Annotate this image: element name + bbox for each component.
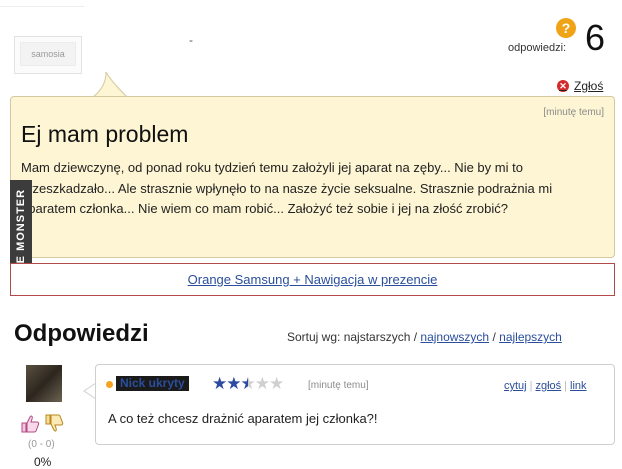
question-card: [minutę temu] Ej mam problem Mam dziewcz… [10, 96, 615, 258]
permalink-link[interactable]: link [570, 380, 587, 392]
answer-author-name[interactable]: Nick ukryty [116, 376, 189, 391]
vote-counts: (0 - 0) [28, 439, 55, 450]
report-answer-link[interactable]: zgłoś [535, 380, 561, 392]
asker-avatar-image: samosia [20, 42, 76, 66]
author-rating: ★★★★★ [212, 374, 284, 393]
thumbs-up-icon[interactable] [20, 414, 40, 434]
rating-star-icon: ★ [226, 374, 241, 393]
ad-box: Orange Samsung + Nawigacja w prezencie [10, 263, 615, 296]
online-status-icon [106, 381, 113, 388]
rating-star-icon: ★ [240, 374, 256, 393]
question-body: Mam dziewczynę, od ponad roku tydzień te… [21, 160, 553, 216]
answer-text: A co też chcesz drażnić aparatem jej czł… [108, 411, 378, 426]
thumbs-down-icon[interactable] [44, 413, 64, 433]
quote-link[interactable]: cytuj [504, 380, 527, 392]
answer-author-avatar[interactable] [26, 365, 62, 402]
answers-count-label: odpowiedzi: [508, 42, 567, 54]
sort-best-link[interactable]: najlepszych [499, 330, 562, 344]
answer-actions: cytuj | zgłoś | link [504, 380, 587, 392]
answer-card: Nick ukryty ★★★★★ [minutę temu] cytuj | zg… [95, 364, 615, 445]
vote-percent: 0% [34, 455, 52, 469]
question-timestamp: [minutę temu] [543, 107, 604, 118]
sort-bar: Sortuj wg: najstarszych / najnowszych / … [287, 330, 562, 344]
rating-star-icon: ★ [269, 374, 284, 393]
answer-timestamp: [minutę temu] [308, 380, 369, 391]
report-label: Zgłoś [574, 79, 604, 93]
action-separator: | [564, 380, 568, 392]
asker-name-placeholder: - [189, 33, 193, 47]
rating-star-icon: ★ [254, 374, 270, 393]
report-question-link[interactable]: ✕ Zgłoś [557, 79, 603, 93]
rating-star-icon: ★ [212, 374, 227, 393]
top-divider [0, 6, 84, 7]
answers-count: 6 [585, 17, 606, 58]
close-icon: ✕ [557, 80, 569, 92]
answers-section-title: Odpowiedzi [14, 320, 149, 347]
question-icon: ? [556, 18, 576, 38]
ad-link[interactable]: Orange Samsung + Nawigacja w prezencie [188, 272, 438, 287]
sort-separator: / [492, 330, 496, 344]
sort-newest-link[interactable]: najnowszych [420, 330, 489, 344]
sort-label: Sortuj wg: najstarszych / [287, 330, 418, 344]
question-title: Ej mam problem [21, 121, 189, 147]
asker-avatar[interactable]: samosia [14, 36, 82, 74]
